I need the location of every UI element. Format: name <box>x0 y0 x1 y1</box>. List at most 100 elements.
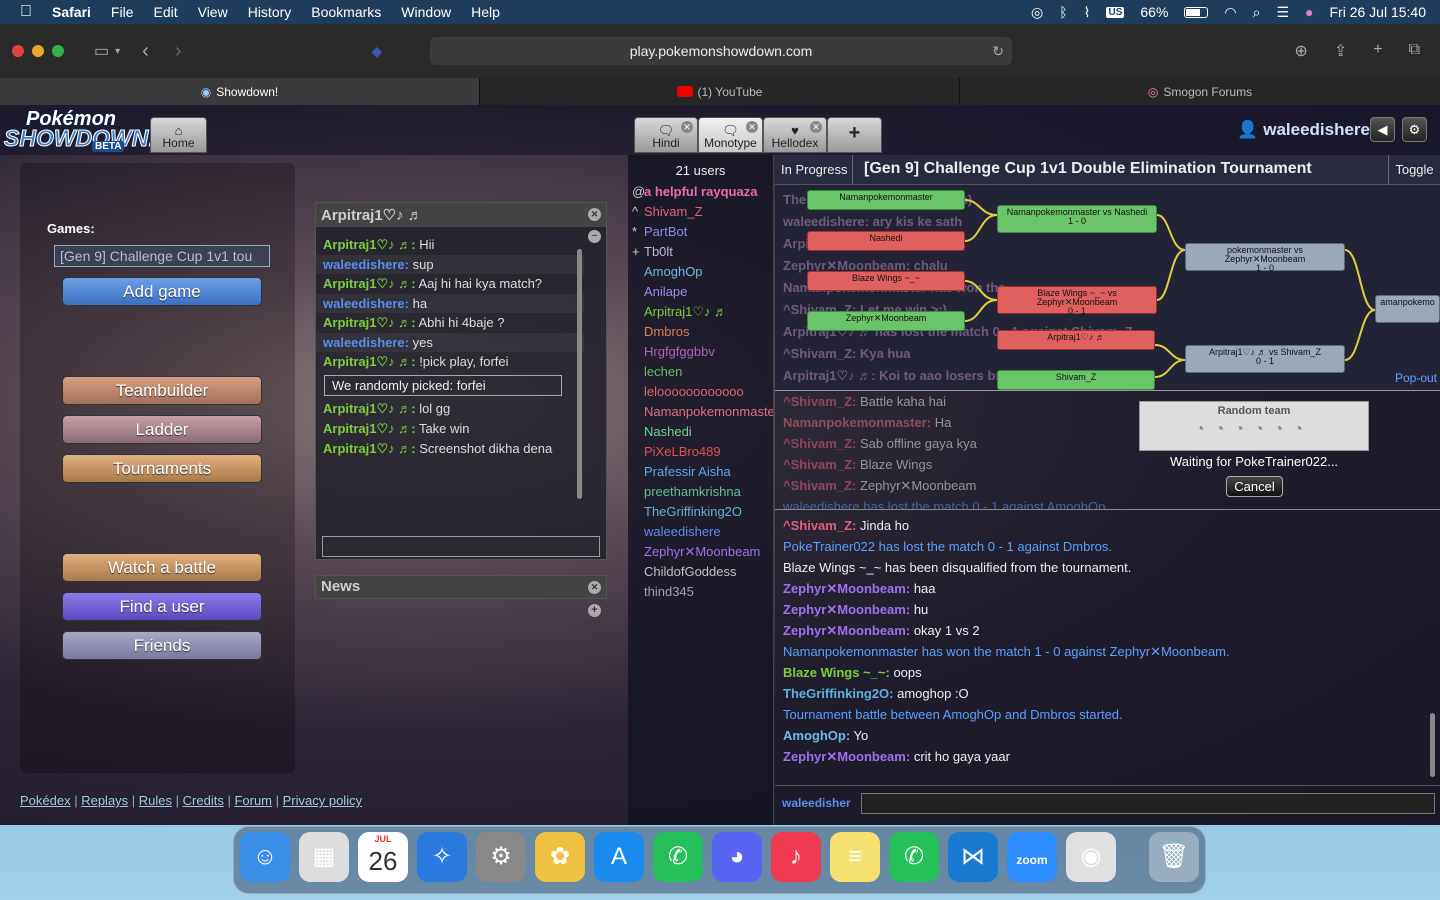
app-menu[interactable]: Safari <box>52 4 91 20</box>
safari-icon[interactable]: ✧ <box>417 832 467 882</box>
chat-input[interactable] <box>861 793 1435 814</box>
menu-history[interactable]: History <box>248 4 292 20</box>
browser-tab-youtube[interactable]: (1) YouTube <box>480 78 960 105</box>
chat-user[interactable]: Zephyr✕Moonbeam: <box>783 581 910 596</box>
close-icon[interactable]: ✕ <box>810 121 822 133</box>
bracket-node[interactable]: Blaze Wings ~_~ <box>807 271 965 291</box>
bracket-match[interactable]: Blaze Wings ~_~ vs Zephyr✕Moonbeam 0 - 1 <box>997 286 1157 316</box>
browser-tab-smogon[interactable]: ◎ Smogon Forums <box>960 78 1440 105</box>
pm-user[interactable]: Arpitraj1♡♪ ♬: <box>323 276 416 291</box>
bluetooth-icon[interactable]: ᛒ <box>1059 4 1067 20</box>
notes-icon[interactable]: ≡ <box>830 832 880 882</box>
user-list-item[interactable]: * PartBot <box>628 222 773 242</box>
new-tab-icon[interactable]: + <box>1373 41 1382 61</box>
whatsapp-icon[interactable]: ✆ <box>889 832 939 882</box>
minimize-window-button[interactable] <box>32 45 44 57</box>
chat-user[interactable]: Blaze Wings ~_~: <box>783 665 890 680</box>
music-icon[interactable]: ♪ <box>771 832 821 882</box>
chrome-icon[interactable]: ◉ <box>1066 832 1116 882</box>
pm-user[interactable]: Arpitraj1♡♪ ♬: <box>323 354 416 369</box>
control-center-icon[interactable]: ☰ <box>1276 4 1289 21</box>
downloads-icon[interactable]: ⊕ <box>1294 41 1307 61</box>
bracket-node[interactable]: Shivam_Z <box>997 370 1155 390</box>
address-bar[interactable]: play.pokemonshowdown.com ↻ <box>430 37 1012 65</box>
tab-room-monotype[interactable]: 🗨 ✕ Monotype <box>698 117 763 153</box>
pm-user[interactable]: Arpitraj1♡♪ ♬: <box>323 237 416 252</box>
user-list-item[interactable]: Prafessir Aisha <box>628 462 773 482</box>
user-list-item[interactable]: Nashedi <box>628 422 773 442</box>
minimize-icon[interactable]: − <box>588 230 601 243</box>
add-room-button[interactable]: + <box>827 117 882 153</box>
chevron-down-icon[interactable]: ▾ <box>115 46 120 57</box>
popout-link[interactable]: Pop-out <box>1395 371 1437 385</box>
chat-user[interactable]: ^Shivam_Z: <box>783 478 856 493</box>
zoom-window-button[interactable] <box>52 45 64 57</box>
link-rules[interactable]: Rules <box>139 793 172 808</box>
pm-user[interactable]: waleedishere: <box>323 296 409 311</box>
link-credits[interactable]: Credits <box>183 793 224 808</box>
bracket-match[interactable]: Arpitraj1♡♪ ♬ vs Shivam_Z 0 - 1 <box>1185 345 1345 373</box>
sound-button[interactable]: ◀ <box>1370 117 1395 142</box>
pm-input[interactable] <box>322 536 600 557</box>
bracket-node[interactable]: Nashedi <box>807 231 965 251</box>
input-source-icon[interactable]: US <box>1106 6 1125 18</box>
user-list-item[interactable]: Hrgfgfggbbv <box>628 342 773 362</box>
chat-user[interactable]: TheGriffinking2O: <box>783 686 894 701</box>
link-privacy[interactable]: Privacy policy <box>283 793 362 808</box>
user-list-item[interactable]: waleedishere <box>628 522 773 542</box>
link-forum[interactable]: Forum <box>234 793 272 808</box>
clock[interactable]: Fri 26 Jul 15:40 <box>1330 4 1427 20</box>
share-icon[interactable]: ⇪ <box>1334 41 1347 61</box>
battery-icon[interactable] <box>1184 6 1209 18</box>
tab-room-hindi[interactable]: 🗨 ✕ Hindi <box>634 117 698 153</box>
user-list-item[interactable]: leloooooooooooo <box>628 382 773 402</box>
pm-user[interactable]: waleedishere: <box>323 335 409 350</box>
pm-user[interactable]: Arpitraj1♡♪ ♬: <box>323 441 416 456</box>
close-icon[interactable]: ✕ <box>681 121 693 133</box>
user-count[interactable]: 21 users <box>628 155 773 182</box>
watch-battle-button[interactable]: Watch a battle <box>62 553 262 582</box>
creative-cloud-icon[interactable]: ◎ <box>1031 4 1043 21</box>
chat-user[interactable]: ^Shivam_Z: <box>783 457 856 472</box>
wifi-off-icon[interactable]: ⌇ <box>1084 4 1091 21</box>
settings-button[interactable]: ⚙ <box>1402 117 1427 142</box>
close-window-button[interactable] <box>12 45 24 57</box>
tab-home[interactable]: ⌂ Home <box>150 117 207 153</box>
menu-edit[interactable]: Edit <box>153 4 177 20</box>
ladder-button[interactable]: Ladder <box>62 415 262 444</box>
menu-view[interactable]: View <box>198 4 228 20</box>
back-icon[interactable]: ‹ <box>142 40 149 63</box>
user-list-item[interactable]: thind345 <box>628 582 773 602</box>
spotlight-icon[interactable]: ⌕ <box>1253 4 1261 21</box>
menu-file[interactable]: File <box>111 4 134 20</box>
user-list-item[interactable]: ^ Shivam_Z <box>628 202 773 222</box>
browser-tab-showdown[interactable]: ◉ Showdown! <box>0 78 480 105</box>
link-pokedex[interactable]: Pokédex <box>20 793 71 808</box>
trash-icon[interactable]: 🗑 <box>1149 832 1199 882</box>
chat-user[interactable]: ^Shivam_Z: <box>783 394 856 409</box>
pm-user[interactable]: Arpitraj1♡♪ ♬: <box>323 315 416 330</box>
bracket-node[interactable]: Arpitraj1♡♪ ♬ <box>997 330 1155 350</box>
chat-user[interactable]: Zephyr✕Moonbeam: <box>783 623 910 638</box>
chat-user[interactable]: ^Shivam_Z: <box>783 436 856 451</box>
add-game-button[interactable]: Add game <box>62 277 262 306</box>
finder-icon[interactable]: ☺ <box>240 832 290 882</box>
link-replays[interactable]: Replays <box>81 793 128 808</box>
system-settings-icon[interactable]: ⚙ <box>476 832 526 882</box>
menu-bookmarks[interactable]: Bookmarks <box>311 4 381 20</box>
chat-scrollbar[interactable] <box>1430 713 1435 777</box>
user-list-item[interactable]: + Tb0lt <box>628 242 773 262</box>
menu-window[interactable]: Window <box>401 4 451 20</box>
news-panel[interactable]: News ✕ + <box>315 575 607 617</box>
shield-icon[interactable]: ◆ <box>372 43 383 60</box>
app-store-icon[interactable]: A <box>594 832 644 882</box>
launchpad-icon[interactable]: ▦ <box>299 832 349 882</box>
user-list-item[interactable]: ChildofGoddess <box>628 562 773 582</box>
chat-user[interactable]: Zephyr✕Moonbeam: <box>783 749 910 764</box>
reload-icon[interactable]: ↻ <box>992 43 1004 60</box>
user-list-item[interactable]: lechen <box>628 362 773 382</box>
pm-user[interactable]: waleedishere: <box>323 257 409 272</box>
tournaments-button[interactable]: Tournaments <box>62 454 262 483</box>
vscode-icon[interactable]: ⋈ <box>948 832 998 882</box>
showdown-logo[interactable]: Pokémon SHOWDOWN! BETA <box>3 108 157 152</box>
